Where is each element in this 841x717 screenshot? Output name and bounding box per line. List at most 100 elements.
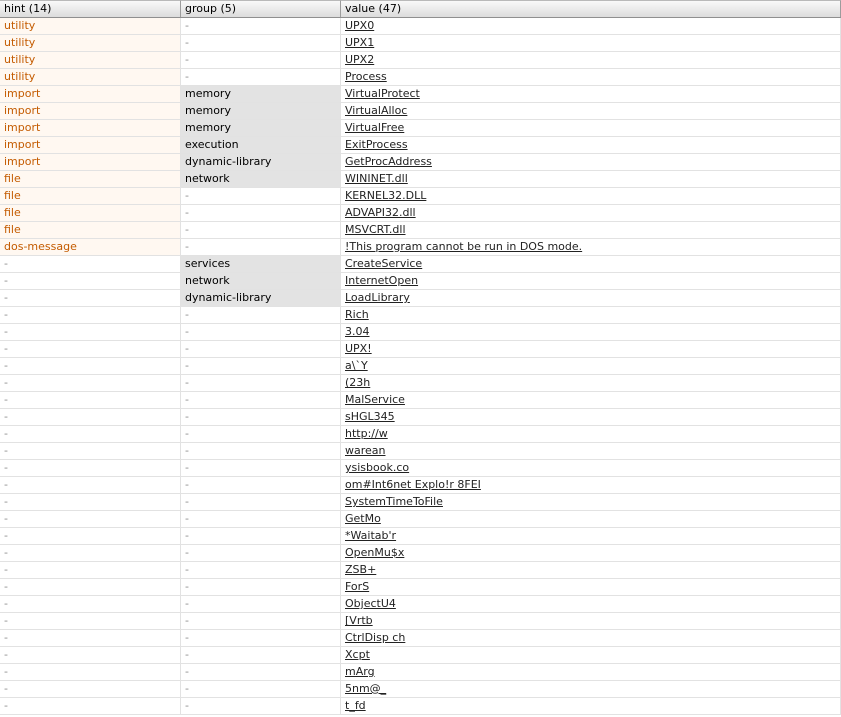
table-row[interactable]: - - Rich	[0, 307, 841, 324]
table-row[interactable]: - - (23h	[0, 375, 841, 392]
value-cell: ZSB+	[341, 562, 841, 578]
group-cell: -	[181, 528, 341, 544]
value-link[interactable]: *Waitab'r	[345, 529, 396, 542]
value-link[interactable]: (23h	[345, 376, 370, 389]
table-row[interactable]: - - ysisbook.co	[0, 460, 841, 477]
value-link[interactable]: LoadLibrary	[345, 291, 410, 304]
value-link[interactable]: OpenMu$x	[345, 546, 404, 559]
table-row[interactable]: - - warean	[0, 443, 841, 460]
table-row[interactable]: import execution ExitProcess	[0, 137, 841, 154]
value-link[interactable]: CtrlDisp ch	[345, 631, 405, 644]
value-link[interactable]: Xcpt	[345, 648, 370, 661]
value-link[interactable]: [Vrtb	[345, 614, 373, 627]
value-link[interactable]: Process	[345, 70, 387, 83]
column-header-group[interactable]: group (5)	[181, 0, 341, 17]
value-link[interactable]: ForS	[345, 580, 369, 593]
table-row[interactable]: - -5nm@_	[0, 681, 841, 698]
value-link[interactable]: VirtualProtect	[345, 87, 420, 100]
value-link[interactable]: http://w	[345, 427, 388, 440]
group-cell: -	[181, 324, 341, 340]
table-row[interactable]: - - *Waitab'r	[0, 528, 841, 545]
value-link[interactable]: 3.04	[345, 325, 370, 338]
table-row[interactable]: - - om#Int6net Explo!r 8FEI	[0, 477, 841, 494]
value-link[interactable]: VirtualAlloc	[345, 104, 407, 117]
table-row[interactable]: import memory VirtualFree	[0, 120, 841, 137]
table-row[interactable]: dos-message - !This program cannot be run …	[0, 239, 841, 256]
table-row[interactable]: - - ForS	[0, 579, 841, 596]
value-cell: a\`Y	[341, 358, 841, 374]
value-link[interactable]: MalService	[345, 393, 405, 406]
table-row[interactable]: utility - UPX0	[0, 18, 841, 35]
value-link[interactable]: warean	[345, 444, 386, 457]
table-row[interactable]: utility - UPX2	[0, 52, 841, 69]
table-row[interactable]: utility - UPX1	[0, 35, 841, 52]
value-link[interactable]: UPX1	[345, 36, 374, 49]
table-row[interactable]: - - MalService	[0, 392, 841, 409]
table-row[interactable]: - - ZSB+	[0, 562, 841, 579]
value-cell: GetProcAddress	[341, 154, 841, 170]
group-cell: memory	[181, 103, 341, 119]
value-cell: InternetOpen	[341, 273, 841, 289]
value-link[interactable]: UPX2	[345, 53, 374, 66]
value-link[interactable]: 5nm@_	[345, 682, 386, 695]
table-row[interactable]: - - sHGL345	[0, 409, 841, 426]
table-row[interactable]: - - mArg	[0, 664, 841, 681]
table-row[interactable]: import dynamic-library GetProcAddress	[0, 154, 841, 171]
table-row[interactable]: file network WININET.dll	[0, 171, 841, 188]
group-cell: memory	[181, 120, 341, 136]
table-row[interactable]: - - [Vrtb	[0, 613, 841, 630]
group-cell: -	[181, 562, 341, 578]
group-cell: -	[181, 409, 341, 425]
table-row[interactable]: - - ObjectU4	[0, 596, 841, 613]
value-link[interactable]: GetMo	[345, 512, 381, 525]
table-row[interactable]: - - OpenMu$x	[0, 545, 841, 562]
table-row[interactable]: - - UPX!	[0, 341, 841, 358]
value-cell: !This program cannot be run in DOS mode.	[341, 239, 841, 255]
table-row[interactable]: - - a\`Y	[0, 358, 841, 375]
value-link[interactable]: Rich	[345, 308, 369, 321]
value-link[interactable]: ADVAPI32.dll	[345, 206, 416, 219]
column-header-value[interactable]: value (47)	[341, 0, 841, 17]
value-cell: UPX!	[341, 341, 841, 357]
table-row[interactable]: file - ADVAPI32.dll	[0, 205, 841, 222]
value-link[interactable]: ysisbook.co	[345, 461, 409, 474]
value-cell: (23h	[341, 375, 841, 391]
value-link[interactable]: KERNEL32.DLL	[345, 189, 426, 202]
table-row[interactable]: - - SystemTimeToFile	[0, 494, 841, 511]
table-row[interactable]: - - CtrlDisp ch	[0, 630, 841, 647]
table-row[interactable]: - - http://w	[0, 426, 841, 443]
value-link[interactable]: ExitProcess	[345, 138, 408, 151]
value-link[interactable]: InternetOpen	[345, 274, 418, 287]
value-link[interactable]: MSVCRT.dll	[345, 223, 406, 236]
value-link[interactable]: a\`Y	[345, 359, 368, 372]
group-cell: execution	[181, 137, 341, 153]
value-link[interactable]: GetProcAddress	[345, 155, 432, 168]
table-row[interactable]: - - GetMo	[0, 511, 841, 528]
value-link[interactable]: ZSB+	[345, 563, 376, 576]
value-link[interactable]: SystemTimeToFile	[345, 495, 443, 508]
column-header-hint[interactable]: hint (14)	[0, 0, 181, 17]
value-link[interactable]: ObjectU4	[345, 597, 396, 610]
value-link[interactable]: om#Int6net Explo!r 8FEI	[345, 478, 481, 491]
table-row[interactable]: - - Xcpt	[0, 647, 841, 664]
table-row[interactable]: - services CreateService	[0, 256, 841, 273]
table-row[interactable]: - -3.04	[0, 324, 841, 341]
table-row[interactable]: - - t_fd	[0, 698, 841, 715]
table-row[interactable]: file - KERNEL32.DLL	[0, 188, 841, 205]
value-link[interactable]: UPX!	[345, 342, 372, 355]
value-link[interactable]: WININET.dll	[345, 172, 408, 185]
table-row[interactable]: import memory VirtualProtect	[0, 86, 841, 103]
value-link[interactable]: t_fd	[345, 699, 366, 712]
value-link[interactable]: UPX0	[345, 19, 374, 32]
value-cell: ObjectU4	[341, 596, 841, 612]
value-link[interactable]: !This program cannot be run in DOS mode.	[345, 240, 582, 253]
value-link[interactable]: CreateService	[345, 257, 422, 270]
table-row[interactable]: file - MSVCRT.dll	[0, 222, 841, 239]
table-row[interactable]: - dynamic-library LoadLibrary	[0, 290, 841, 307]
table-row[interactable]: - network InternetOpen	[0, 273, 841, 290]
table-row[interactable]: import memory VirtualAlloc	[0, 103, 841, 120]
value-link[interactable]: mArg	[345, 665, 375, 678]
table-row[interactable]: utility - Process	[0, 69, 841, 86]
value-link[interactable]: VirtualFree	[345, 121, 404, 134]
value-link[interactable]: sHGL345	[345, 410, 395, 423]
